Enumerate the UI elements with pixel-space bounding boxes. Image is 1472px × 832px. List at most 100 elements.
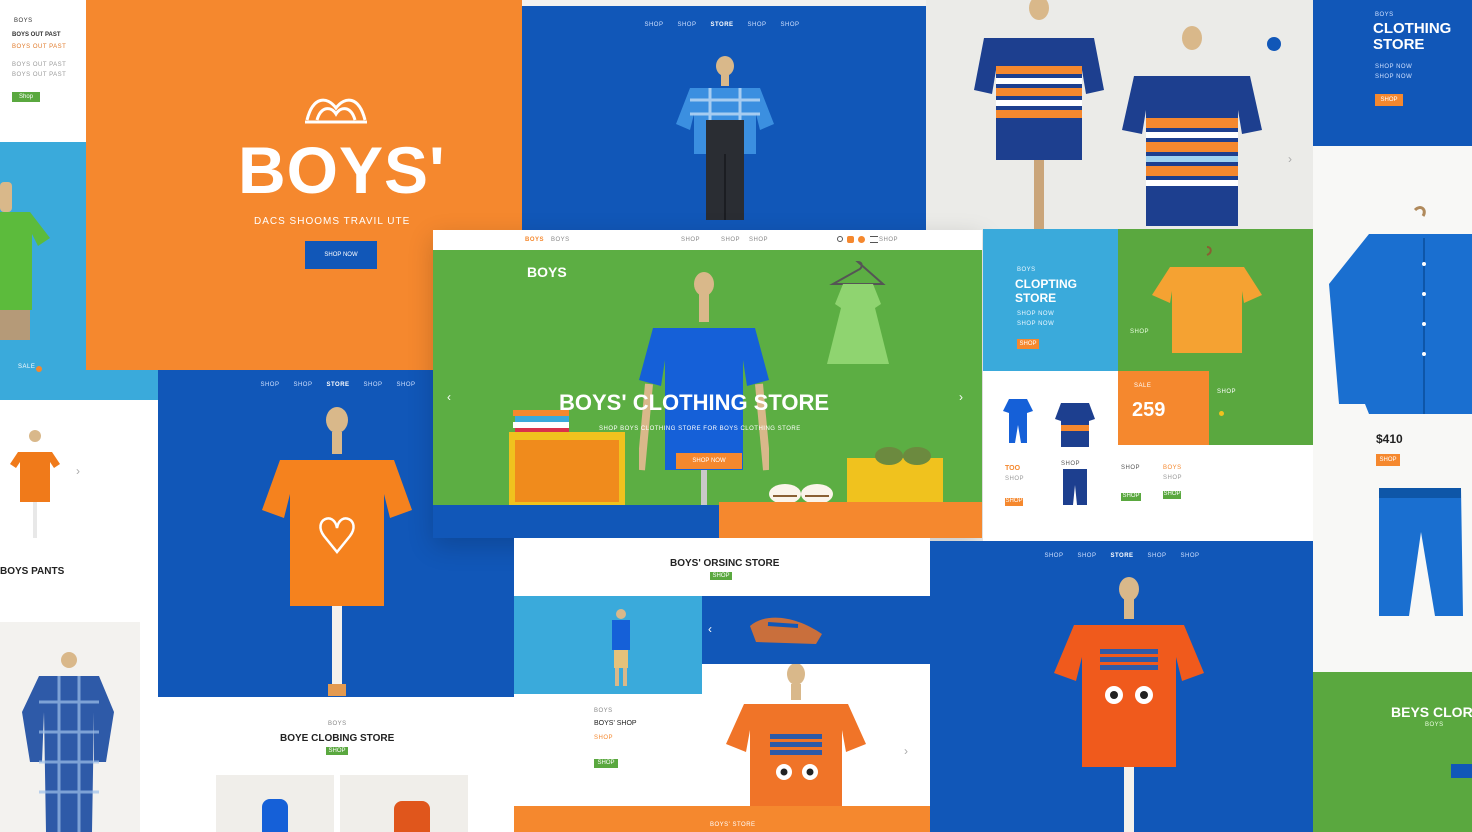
- orange-heart-tee-image: [10, 430, 60, 538]
- mid-blue-nav: SHOP SHOP STORE SHOP SHOP: [258, 382, 418, 388]
- far-right-button[interactable]: SHOP: [1376, 454, 1400, 466]
- right-top-desc2: SHOP NOW: [1375, 74, 1413, 80]
- bottom-center-footer-text: BOYS' STORE: [710, 822, 756, 828]
- bottom-left-button[interactable]: SHOP: [326, 747, 348, 755]
- center-next-icon[interactable]: ›: [959, 390, 963, 404]
- bottom-right-blue-panel: SHOP SHOP STORE SHOP SHOP: [930, 541, 1313, 832]
- grid-button[interactable]: SHOP: [1017, 339, 1039, 349]
- grid-item-4-name: BOYS: [1163, 465, 1182, 471]
- grid-right-panel: BOYS CLOPTING STORE SHOP NOW SHOP NOW SH…: [983, 229, 1313, 541]
- grid-mini-label: SHOP: [1130, 329, 1150, 335]
- mid-blue-nav-3[interactable]: STORE: [326, 382, 349, 388]
- left-top-name: BOYS OUT PAST: [12, 32, 61, 38]
- center-nav-logo[interactable]: BOYS: [525, 237, 544, 243]
- bottom-right-nav-2[interactable]: SHOP: [1077, 553, 1096, 559]
- bottom-right-nav-1[interactable]: SHOP: [1044, 553, 1063, 559]
- left-top-button[interactable]: Shop: [12, 92, 40, 102]
- center-hero-title: BOYS' CLOTHING STORE: [559, 390, 830, 415]
- center-nav-mid-2[interactable]: SHOP: [721, 237, 740, 243]
- top-blue-nav: SHOP SHOP STORE SHOP SHOP: [642, 22, 802, 28]
- top-blue-nav-1[interactable]: SHOP: [644, 22, 663, 28]
- bottom-center-item-price: SHOP: [594, 735, 614, 741]
- left-next-icon[interactable]: ›: [76, 464, 80, 478]
- grid-title-1: CLOPTING: [1015, 277, 1077, 291]
- left-sky-dot: [36, 366, 42, 372]
- bottom-right-nav-4[interactable]: SHOP: [1148, 553, 1167, 559]
- bottom-right-nav-3[interactable]: STORE: [1110, 553, 1133, 559]
- left-strip-top: BOYS BOYS OUT PAST BOYS OUT PAST BOYS OU…: [0, 0, 86, 142]
- bottom-center-title: BOYS' ORSINC STORE: [670, 558, 780, 569]
- right-top-button[interactable]: SHOP: [1375, 94, 1403, 106]
- center-nav-link-1[interactable]: BOYS: [551, 237, 570, 243]
- center-hero-button[interactable]: SHOP NOW: [676, 453, 742, 469]
- bottom-center-footer: BOYS' STORE: [514, 806, 930, 832]
- brown-shoe-image: [750, 617, 822, 644]
- user-icon[interactable]: [858, 236, 865, 243]
- search-icon[interactable]: [837, 236, 843, 242]
- polo-panel: ›: [926, 0, 1314, 230]
- blue-pants-image: [1379, 488, 1463, 616]
- grid-desc: SHOP NOW: [1017, 311, 1055, 317]
- bottom-center-sky-block: [514, 596, 702, 694]
- far-right-panel: $410 SHOP: [1313, 146, 1472, 672]
- far-right-price: $410: [1376, 432, 1403, 446]
- bottom-left-card-1-item: [262, 799, 288, 832]
- bottom-right-nav-5[interactable]: SHOP: [1181, 553, 1200, 559]
- right-top-blue-panel: BOYS CLOTHING STORE SHOP NOW SHOP NOW SH…: [1313, 0, 1472, 146]
- cart-icon[interactable]: [847, 236, 854, 243]
- orange-tee-hanger-image: [1152, 246, 1262, 353]
- center-nav-mid-1[interactable]: SHOP: [681, 237, 700, 243]
- bottom-left-card-2-item: [394, 801, 430, 832]
- grid-sky-block: BOYS CLOPTING STORE SHOP NOW SHOP NOW SH…: [983, 229, 1118, 371]
- top-blue-nav-2[interactable]: SHOP: [677, 22, 696, 28]
- striped-set-image: [1055, 403, 1095, 505]
- far-right-bottom-sub: BOYS: [1425, 722, 1444, 728]
- grid-item-4[interactable]: BOYS SHOP SHOP: [1163, 465, 1213, 500]
- center-prev-icon[interactable]: ‹: [447, 390, 451, 404]
- bottom-center-button[interactable]: SHOP: [710, 572, 732, 580]
- bottom-center-prev-icon[interactable]: ‹: [708, 622, 712, 636]
- blue-shirt-image: [1329, 206, 1472, 414]
- polo-dot-icon[interactable]: [1267, 37, 1281, 51]
- grid-item-3-button[interactable]: SHOP: [1121, 493, 1141, 501]
- grid-item-4-button[interactable]: SHOP: [1163, 491, 1181, 499]
- top-blue-nav-3[interactable]: STORE: [710, 22, 733, 28]
- bottom-center-item-button[interactable]: SHOP: [594, 759, 618, 768]
- green-shirt-mannequin-image: [0, 182, 50, 340]
- top-blue-nav-4[interactable]: SHOP: [748, 22, 767, 28]
- center-hero-card: BOYS BOYS SHOP SHOP SHOP SHOP BOYS BOYS'…: [433, 230, 982, 538]
- center-nav-bar: BOYS BOYS SHOP SHOP SHOP SHOP: [433, 230, 982, 250]
- polo-next-icon[interactable]: ›: [1288, 152, 1292, 166]
- center-footer-blue: [433, 505, 719, 538]
- grid-price-label: SALE: [1134, 383, 1152, 389]
- center-nav-mid-3[interactable]: SHOP: [749, 237, 768, 243]
- far-right-bottom-button[interactable]: [1451, 764, 1472, 778]
- grid-item-4-price: SHOP: [1163, 475, 1183, 481]
- center-nav-right[interactable]: SHOP: [879, 237, 898, 243]
- left-top-kicker: BOYS: [14, 18, 33, 24]
- mid-blue-nav-1[interactable]: SHOP: [260, 382, 279, 388]
- menu-icon[interactable]: [870, 236, 878, 243]
- grid-item-1[interactable]: TOO SHOP SHOP: [1005, 465, 1055, 507]
- grid-title-2: STORE: [1015, 291, 1057, 305]
- grid-price-side: SHOP: [1217, 389, 1237, 395]
- far-right-bottom-title: BEYS CLOR: [1391, 704, 1472, 720]
- orange-face-tee-image: [726, 664, 866, 814]
- left-top-sub: BOYS OUT PAST: [12, 44, 67, 50]
- top-blue-nav-5[interactable]: SHOP: [781, 22, 800, 28]
- right-top-kicker: BOYS: [1375, 12, 1394, 18]
- bottom-center-next-icon[interactable]: ›: [904, 744, 908, 758]
- orange-hero-button[interactable]: SHOP NOW: [305, 241, 377, 269]
- grid-item-1-button[interactable]: SHOP: [1005, 498, 1023, 506]
- blue-outfit-figure-image: [612, 609, 630, 686]
- bottom-center-panel: BOYS' ORSINC STORE SHOP ‹ BOYS BOYS' SHO…: [514, 538, 930, 832]
- mid-blue-nav-4[interactable]: SHOP: [364, 382, 383, 388]
- plaid-pajama-card: [0, 622, 140, 832]
- mid-blue-nav-5[interactable]: SHOP: [397, 382, 416, 388]
- green-dress-hanger-image: [827, 260, 889, 364]
- mid-blue-nav-2[interactable]: SHOP: [293, 382, 312, 388]
- left-top-sub2: BOYS OUT PAST: [12, 62, 67, 68]
- grid-item-2[interactable]: SHOP: [1061, 461, 1101, 467]
- grid-orange-price-block: SALE 259: [1118, 371, 1209, 445]
- center-hero-subtitle: SHOP BOYS CLOTHING STORE FOR BOYS CLOTHI…: [599, 426, 801, 432]
